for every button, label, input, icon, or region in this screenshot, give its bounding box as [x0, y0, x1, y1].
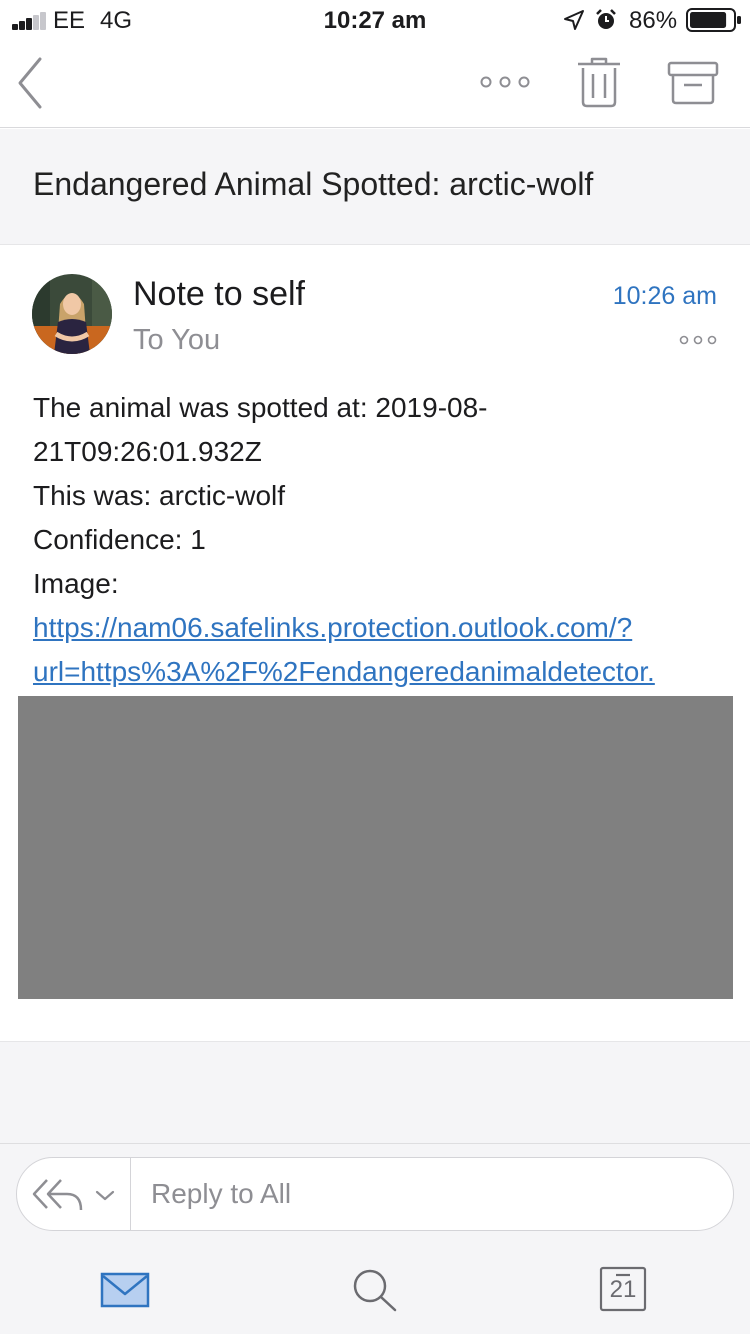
status-bar: EE 4G 10:27 am 86% [0, 0, 750, 40]
reply-all-icon [32, 1179, 115, 1211]
battery-icon [686, 8, 741, 32]
alarm-icon [596, 9, 616, 29]
image-link[interactable]: https://nam06.safelinks.protection.outlo… [33, 606, 723, 650]
recipient-line: To You [133, 324, 221, 356]
trash-icon[interactable] [574, 56, 624, 108]
more-horizontal-icon[interactable] [476, 70, 536, 94]
message-more-icon[interactable] [678, 333, 718, 347]
location-icon [564, 10, 584, 30]
mail-icon[interactable] [100, 1266, 150, 1312]
email-body: The animal was spotted at: 2019-08- 21T0… [33, 386, 723, 694]
archive-icon[interactable] [666, 60, 720, 106]
search-icon[interactable] [350, 1266, 400, 1312]
battery-percent: 86% [629, 7, 678, 34]
body-line: 21T09:26:01.932Z [33, 436, 262, 467]
avatar[interactable] [32, 274, 112, 354]
calendar-icon[interactable]: 21 [598, 1266, 648, 1312]
image-placeholder[interactable] [18, 696, 733, 999]
divider [0, 1143, 750, 1144]
body-line: Confidence: 1 [33, 524, 206, 555]
reply-bar: Reply to All [16, 1157, 734, 1231]
message-time: 10:26 am [612, 282, 717, 310]
body-line: Image: [33, 568, 119, 599]
sender-name: Note to self [133, 275, 305, 313]
reply-input[interactable]: Reply to All [151, 1178, 291, 1210]
body-line: The animal was spotted at: 2019-08- [33, 392, 488, 423]
body-line: This was: arctic-wolf [33, 480, 286, 511]
chevron-down-icon [95, 1190, 115, 1201]
back-chevron-icon[interactable] [10, 54, 54, 112]
subject-header: Endangered Animal Spotted: arctic-wolf [0, 129, 750, 245]
calendar-day: 21 [609, 1276, 637, 1303]
image-link[interactable]: url=https%3A%2F%2Fendangeredanimaldetect… [33, 650, 723, 694]
nav-bar [0, 40, 750, 128]
reply-all-button[interactable] [17, 1158, 131, 1230]
email-subject: Endangered Animal Spotted: arctic-wolf [33, 166, 594, 202]
